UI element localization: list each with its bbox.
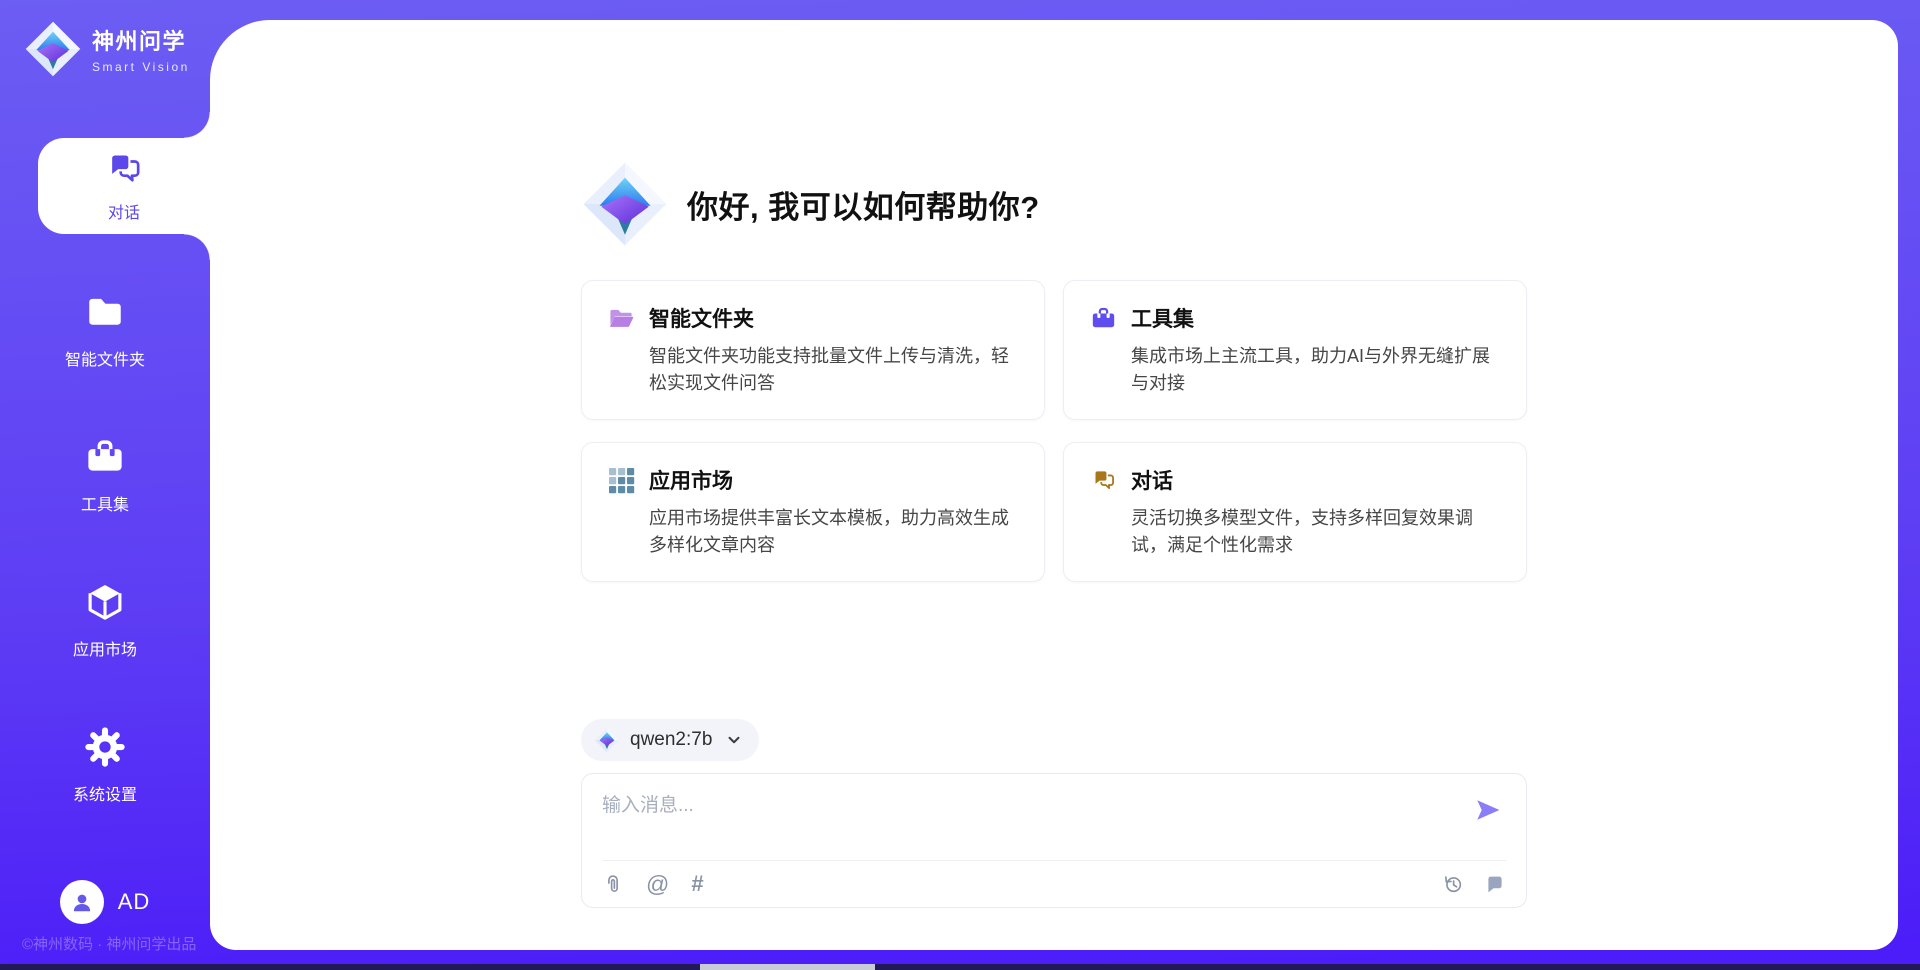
main-content: 你好, 我可以如何帮助你? 智能文件夹 智能文件夹功能支持批量文件上传与清洗，轻… — [581, 20, 1527, 950]
card-title: 智能文件夹 — [649, 303, 754, 333]
model-gem-icon — [594, 727, 620, 753]
folder-open-icon — [608, 305, 635, 332]
paperclip-icon[interactable] — [602, 873, 624, 895]
composer-toolbar: @ # — [602, 861, 1506, 895]
comment-icon[interactable] — [1484, 873, 1506, 895]
card-head: 智能文件夹 — [608, 303, 1018, 333]
card-title: 工具集 — [1131, 303, 1194, 333]
sidebar-nav: 对话 智能文件夹 工具集 应用市场 系统设置 — [0, 113, 210, 838]
sidebar-item-chat[interactable]: 对话 — [38, 138, 210, 234]
greeting-block: 你好, 我可以如何帮助你? — [581, 160, 1527, 248]
brand-text: 神州问学 Smart Vision — [92, 24, 190, 74]
folder-icon — [84, 291, 126, 333]
chat-icon — [104, 149, 144, 189]
sidebar-item-settings[interactable]: 系统设置 — [0, 693, 210, 838]
horizontal-scrollbar[interactable] — [0, 964, 1920, 970]
scrollbar-thumb[interactable] — [700, 964, 875, 970]
card-title: 对话 — [1131, 465, 1173, 495]
card-description: 灵活切换多模型文件，支持多样回复效果调试，满足个性化需求 — [1131, 505, 1500, 559]
main-panel: 你好, 我可以如何帮助你? 智能文件夹 智能文件夹功能支持批量文件上传与清洗，轻… — [210, 20, 1898, 950]
sidebar-item-app-market[interactable]: 应用市场 — [0, 548, 210, 693]
person-icon — [69, 889, 95, 915]
composer-toolbar-right — [1442, 873, 1506, 895]
sidebar-item-label: 应用市场 — [73, 636, 137, 660]
sidebar-item-label: 智能文件夹 — [65, 346, 145, 370]
cube-icon — [84, 581, 126, 623]
gear-icon — [84, 726, 126, 768]
card-head: 对话 — [1090, 465, 1500, 495]
card-toolset[interactable]: 工具集 集成市场上主流工具，助力AI与外界无缝扩展与对接 — [1063, 280, 1527, 420]
chat-icon — [1090, 467, 1117, 494]
brand-gem-icon — [24, 20, 82, 78]
brand-subtitle: Smart Vision — [92, 60, 190, 74]
card-smart-folder[interactable]: 智能文件夹 智能文件夹功能支持批量文件上传与清洗，轻松实现文件问答 — [581, 280, 1045, 420]
sidebar-item-label: 系统设置 — [73, 781, 137, 805]
toolbox-icon — [84, 436, 126, 478]
card-description: 智能文件夹功能支持批量文件上传与清洗，轻松实现文件问答 — [649, 343, 1018, 397]
message-input[interactable] — [602, 790, 1442, 854]
sidebar: 神州问学 Smart Vision 对话 智能文件夹 工具集 应用市场 系统设置 — [0, 0, 210, 970]
message-composer: @ # — [581, 773, 1527, 908]
assistant-gem-icon — [581, 160, 669, 248]
hash-icon[interactable]: # — [691, 873, 703, 895]
grid-icon — [608, 467, 635, 494]
card-description: 应用市场提供丰富长文本模板，助力高效生成多样化文章内容 — [649, 505, 1018, 559]
app-root: { "brand": { "name": "神州问学", "subtitle":… — [0, 0, 1920, 970]
sidebar-item-toolset[interactable]: 工具集 — [0, 403, 210, 548]
send-button[interactable] — [1474, 796, 1502, 824]
chevron-down-icon — [725, 731, 743, 749]
card-head: 应用市场 — [608, 465, 1018, 495]
brand-logo: 神州问学 Smart Vision — [24, 20, 190, 78]
feature-cards: 智能文件夹 智能文件夹功能支持批量文件上传与清洗，轻松实现文件问答 工具集 集成… — [581, 280, 1527, 582]
user-initials: AD — [118, 889, 151, 915]
history-icon[interactable] — [1442, 873, 1464, 895]
send-icon — [1474, 796, 1502, 824]
card-app-market[interactable]: 应用市场 应用市场提供丰富长文本模板，助力高效生成多样化文章内容 — [581, 442, 1045, 582]
model-name: qwen2:7b — [630, 729, 712, 751]
avatar — [60, 880, 104, 924]
card-head: 工具集 — [1090, 303, 1500, 333]
mention-icon[interactable]: @ — [646, 873, 669, 895]
user-account[interactable]: AD — [0, 880, 210, 924]
sidebar-item-label: 对话 — [108, 199, 140, 223]
copyright-text: ©神州数码 · 神州问学出品 — [22, 933, 196, 954]
sidebar-item-smart-folder[interactable]: 智能文件夹 — [0, 258, 210, 403]
sidebar-item-label: 工具集 — [81, 491, 129, 515]
chat-area: qwen2:7b @ # — [581, 719, 1527, 908]
model-selector[interactable]: qwen2:7b — [581, 719, 759, 761]
greeting-title: 你好, 我可以如何帮助你? — [687, 182, 1040, 227]
toolbox-icon — [1090, 305, 1117, 332]
card-title: 应用市场 — [649, 465, 733, 495]
card-description: 集成市场上主流工具，助力AI与外界无缝扩展与对接 — [1131, 343, 1500, 397]
brand-name: 神州问学 — [92, 24, 190, 56]
card-chat[interactable]: 对话 灵活切换多模型文件，支持多样回复效果调试，满足个性化需求 — [1063, 442, 1527, 582]
